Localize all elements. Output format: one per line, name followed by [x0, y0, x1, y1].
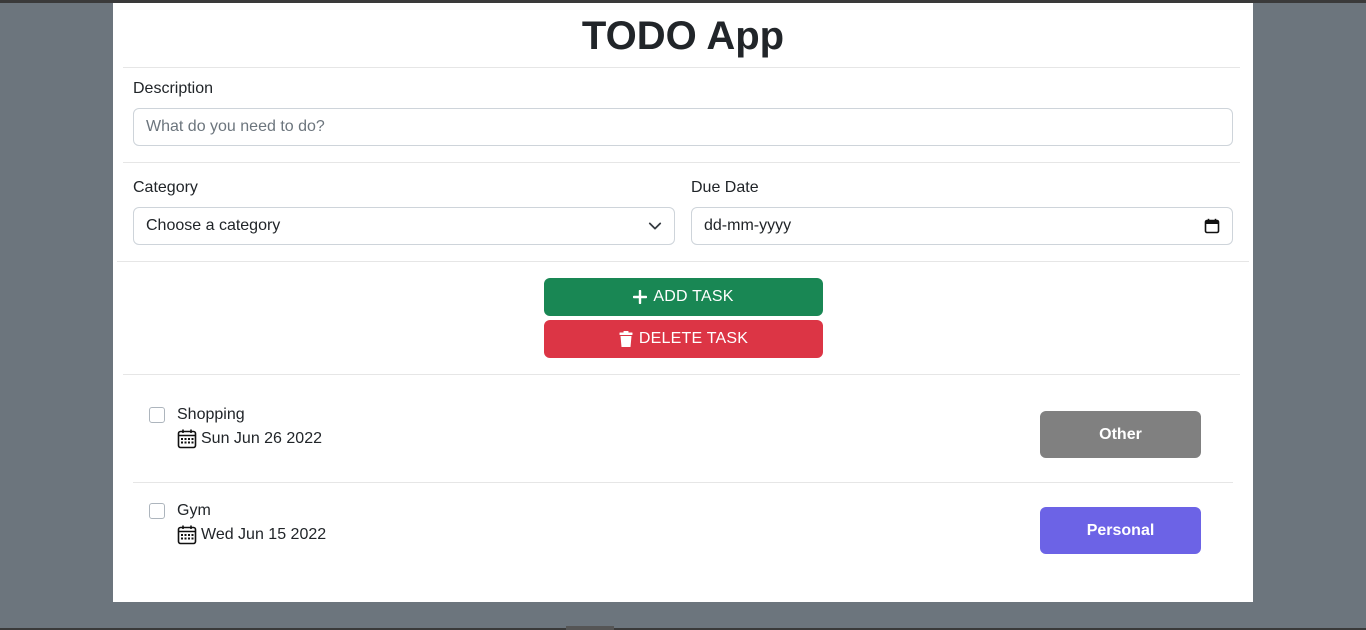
- divider: [123, 162, 1240, 163]
- window-bottom-tab: [566, 626, 614, 630]
- calendar-icon: [177, 429, 197, 449]
- add-task-button[interactable]: ADD TASK: [544, 278, 823, 316]
- task-name: Gym: [177, 502, 211, 519]
- due-date-label: Due Date: [691, 179, 759, 196]
- plus-icon: [633, 290, 648, 304]
- task-item: Shopping Sun Jun 26 2022 Other: [133, 387, 1233, 483]
- category-label: Category: [133, 179, 198, 196]
- description-field[interactable]: [133, 108, 1233, 146]
- task-name: Shopping: [177, 406, 245, 423]
- calendar-picker-icon[interactable]: [1204, 218, 1220, 234]
- divider: [117, 261, 1249, 262]
- task-date-text: Sun Jun 26 2022: [201, 430, 322, 447]
- todo-card: TODO App Description Category Choose a c…: [113, 3, 1253, 602]
- due-date-field[interactable]: dd-mm-yyyy: [691, 207, 1233, 245]
- page-title: TODO App: [581, 14, 785, 58]
- category-badge: Personal: [1040, 507, 1201, 554]
- description-input[interactable]: [146, 118, 1220, 136]
- calendar-icon: [177, 525, 197, 545]
- due-date-value: dd-mm-yyyy: [704, 217, 792, 234]
- task-date-text: Wed Jun 15 2022: [201, 526, 327, 543]
- task-item: Gym Wed Jun 15 2022 Personal: [133, 483, 1233, 579]
- task-date: Wed Jun 15 2022: [177, 525, 326, 545]
- divider: [123, 67, 1240, 68]
- trash-icon: [619, 331, 633, 347]
- task-checkbox[interactable]: [149, 503, 165, 519]
- category-badge: Other: [1040, 411, 1201, 458]
- task-checkbox[interactable]: [149, 407, 165, 423]
- description-label: Description: [133, 80, 214, 97]
- chevron-down-icon: [648, 222, 662, 230]
- divider: [123, 374, 1240, 375]
- delete-task-label: DELETE TASK: [638, 330, 749, 347]
- delete-task-button[interactable]: DELETE TASK: [544, 320, 823, 358]
- category-select[interactable]: Choose a category: [133, 207, 675, 245]
- add-task-label: ADD TASK: [653, 288, 734, 305]
- task-date: Sun Jun 26 2022: [177, 429, 322, 449]
- category-selected-value: Choose a category: [146, 217, 281, 234]
